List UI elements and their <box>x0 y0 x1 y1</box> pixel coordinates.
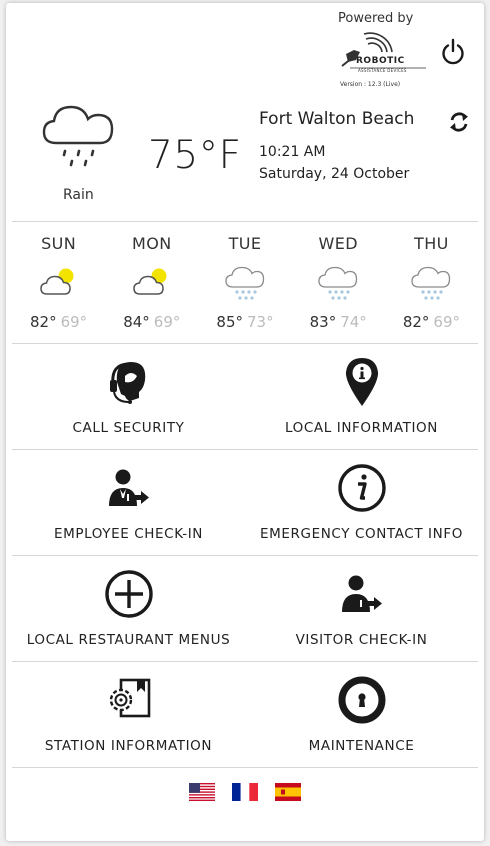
forecast-high: 82° <box>30 313 57 331</box>
forecast-low: 73° <box>247 313 274 331</box>
forecast-low: 69° <box>153 313 181 331</box>
rain-icon <box>409 263 453 303</box>
forecast-temps: 82° 69° <box>12 313 105 331</box>
rain-cloud-icon <box>42 105 114 167</box>
station-information-label: STATION INFORMATION <box>44 738 213 754</box>
maintenance-label: MAINTENANCE <box>308 738 415 754</box>
current-condition: Rain <box>63 187 94 203</box>
power-button[interactable] <box>438 37 468 67</box>
refresh-icon <box>450 112 468 132</box>
version-label: Version : 12.3 (Live) <box>340 81 401 88</box>
rain-icon <box>223 263 267 303</box>
forecast-temps: 83° 74° <box>292 313 385 331</box>
forecast-day: TUE 85° 73° <box>198 223 291 343</box>
info-circle-icon <box>337 464 386 512</box>
forecast-strip: SUN 82° 69° MON 84° 69° TUE 85° 73° WED 83°… <box>12 223 478 343</box>
station-gear-icon <box>109 678 150 718</box>
forecast-temps: 85° 73° <box>198 313 291 331</box>
spain-flag-icon[interactable] <box>275 783 301 801</box>
city-name: Fort Walton Beach <box>259 109 415 129</box>
menu-row: LOCAL RESTAURANT MENUS VISITOR CHECK-IN <box>12 556 478 662</box>
divider <box>12 221 478 222</box>
visitor-check-in-button[interactable]: VISITOR CHECK-IN <box>245 556 478 662</box>
forecast-day-name: THU <box>414 234 449 253</box>
forecast-day: THU 82° 69° <box>385 223 478 343</box>
forecast-high: 84° <box>123 313 150 331</box>
emergency-contact-info-label: EMERGENCY CONTACT INFO <box>260 526 463 542</box>
local-restaurant-menus-button[interactable]: LOCAL RESTAURANT MENUS <box>12 556 245 662</box>
header: Powered by ROBOTIC ASSISTANCE DEVICES Ve… <box>6 3 484 93</box>
forecast-temps: 84° 69° <box>105 313 198 331</box>
info-pin-icon <box>345 358 378 406</box>
france-flag-icon[interactable] <box>232 783 258 801</box>
call-security-button[interactable]: CALL SECURITY <box>12 344 245 450</box>
local-information-label: LOCAL INFORMATION <box>285 420 438 436</box>
local-information-button[interactable]: LOCAL INFORMATION <box>245 344 478 450</box>
language-selector <box>6 783 484 801</box>
forecast-low: 74° <box>340 313 367 331</box>
partly-sunny-icon <box>130 263 174 303</box>
maintenance-button[interactable]: MAINTENANCE <box>245 662 478 768</box>
call-security-label: CALL SECURITY <box>72 420 185 436</box>
logo-subtitle: ASSISTANCE DEVICES <box>358 68 407 73</box>
row-divider <box>12 767 478 768</box>
current-temperature: 75°F <box>148 133 242 178</box>
forecast-day-name: MON <box>132 234 172 253</box>
forecast-high: 83° <box>309 313 337 331</box>
employee-check-in-icon <box>108 469 149 506</box>
visitor-check-in-icon <box>341 575 382 612</box>
headset-agent-icon <box>109 362 145 404</box>
forecast-day: SUN 82° 69° <box>12 223 105 343</box>
forecast-day-name: TUE <box>228 234 262 253</box>
current-time: 10:21 AM <box>259 144 326 160</box>
forecast-temps: 82° 69° <box>385 313 478 331</box>
forecast-day: WED 83° 74° <box>292 223 385 343</box>
powered-by-label: Powered by <box>338 11 414 26</box>
forecast-high: 85° <box>216 313 243 331</box>
current-date: Saturday, 24 October <box>259 166 410 182</box>
forecast-day-name: WED <box>318 234 358 253</box>
local-restaurant-menus-label: LOCAL RESTAURANT MENUS <box>26 632 231 648</box>
forecast-low: 69° <box>433 313 460 331</box>
forecast-high: 82° <box>402 313 430 331</box>
logo-name: ROBOTIC <box>356 56 405 66</box>
forecast-low: 69° <box>60 313 88 331</box>
rain-icon <box>316 263 360 303</box>
us-flag-icon[interactable] <box>189 783 215 801</box>
menu-row: CALL SECURITY LOCAL INFORMATION <box>12 344 478 450</box>
station-information-button[interactable]: STATION INFORMATION <box>12 662 245 768</box>
plus-circle-icon <box>104 570 153 618</box>
robotic-logo: ROBOTIC ASSISTANCE DEVICES <box>338 30 428 85</box>
menu-grid: CALL SECURITY LOCAL INFORMATION EMPLOYEE… <box>12 344 478 768</box>
app-screen: Powered by ROBOTIC ASSISTANCE DEVICES Ve… <box>6 3 484 841</box>
emergency-contact-info-button[interactable]: EMERGENCY CONTACT INFO <box>245 450 478 556</box>
employee-check-in-button[interactable]: EMPLOYEE CHECK-IN <box>12 450 245 556</box>
menu-row: EMPLOYEE CHECK-IN EMERGENCY CONTACT INFO <box>12 450 478 556</box>
power-icon <box>442 38 464 65</box>
current-weather: Rain 75°F Fort Walton Beach 10:21 AM Sat… <box>6 93 484 217</box>
forecast-day: MON 84° 69° <box>105 223 198 343</box>
keyhole-icon <box>338 676 385 724</box>
partly-sunny-icon <box>37 263 81 303</box>
visitor-check-in-label: VISITOR CHECK-IN <box>295 632 428 648</box>
employee-check-in-label: EMPLOYEE CHECK-IN <box>54 526 203 542</box>
forecast-day-name: SUN <box>41 234 77 253</box>
menu-row: STATION INFORMATION MAINTENANCE <box>12 662 478 768</box>
refresh-button[interactable] <box>448 110 470 134</box>
